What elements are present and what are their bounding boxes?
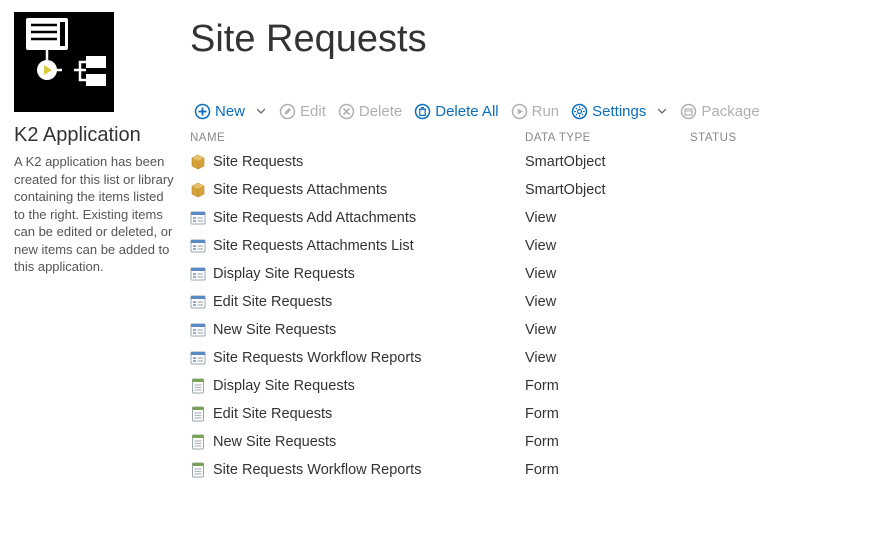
edit-button[interactable]: Edit (275, 101, 330, 122)
delete-all-button[interactable]: Delete All (410, 101, 502, 122)
edit-label: Edit (300, 103, 326, 120)
view-icon (190, 294, 206, 310)
settings-label: Settings (592, 103, 646, 120)
row-name-text: Site Requests Workflow Reports (213, 462, 421, 478)
row-type-text: Form (525, 378, 690, 394)
run-icon (511, 103, 528, 120)
row-name-text: Edit Site Requests (213, 294, 332, 310)
form-icon (190, 434, 206, 450)
delete-all-label: Delete All (435, 103, 498, 120)
row-type-text: Form (525, 406, 690, 422)
k2-application-icon (14, 12, 114, 112)
view-icon (190, 238, 206, 254)
row-name-text: New Site Requests (213, 322, 336, 338)
smartobject-icon (190, 182, 206, 198)
row-name-text: Site Requests Workflow Reports (213, 350, 421, 366)
table-row[interactable]: Edit Site Requests View (190, 288, 860, 316)
row-type-text: Form (525, 434, 690, 450)
row-name-text: Edit Site Requests (213, 406, 332, 422)
table-row[interactable]: Site Requests Add Attachments View (190, 204, 860, 232)
edit-icon (279, 103, 296, 120)
table-row[interactable]: Display Site Requests View (190, 260, 860, 288)
new-button[interactable]: New (190, 101, 249, 122)
gear-icon (571, 103, 588, 120)
table-row[interactable]: Site Requests Workflow Reports View (190, 344, 860, 372)
smartobject-icon (190, 154, 206, 170)
row-type-text: Form (525, 462, 690, 478)
toolbar: New Edit Delete Delete All Run Se (190, 101, 860, 122)
row-type-text: View (525, 266, 690, 282)
row-type-text: View (525, 322, 690, 338)
settings-dropdown[interactable] (658, 108, 666, 116)
delete-label: Delete (359, 103, 402, 120)
row-type-text: View (525, 210, 690, 226)
row-name-text: Display Site Requests (213, 378, 355, 394)
row-name-text: Site Requests Attachments (213, 182, 387, 198)
settings-button[interactable]: Settings (567, 101, 650, 122)
col-header-name[interactable]: NAME (190, 132, 525, 144)
page-title: Site Requests (190, 18, 860, 61)
table-row[interactable]: Site Requests SmartObject (190, 148, 860, 176)
table-row[interactable]: Site Requests Attachments List View (190, 232, 860, 260)
new-label: New (215, 103, 245, 120)
view-icon (190, 266, 206, 282)
run-label: Run (532, 103, 560, 120)
col-header-type[interactable]: DATA TYPE (525, 132, 690, 144)
table-row[interactable]: New Site Requests View (190, 316, 860, 344)
package-icon (680, 103, 697, 120)
sidebar-description: A K2 application has been created for th… (14, 153, 178, 276)
view-icon (190, 322, 206, 338)
package-button[interactable]: Package (676, 101, 763, 122)
form-icon (190, 462, 206, 478)
run-button[interactable]: Run (507, 101, 564, 122)
table-row[interactable]: Site Requests Attachments SmartObject (190, 176, 860, 204)
table-row[interactable]: Site Requests Workflow Reports Form (190, 456, 860, 484)
view-icon (190, 210, 206, 226)
form-icon (190, 406, 206, 422)
row-type-text: View (525, 350, 690, 366)
row-type-text: SmartObject (525, 182, 690, 198)
row-name-text: Site Requests (213, 154, 303, 170)
table-row[interactable]: Display Site Requests Form (190, 372, 860, 400)
sidebar-title: K2 Application (14, 124, 178, 147)
new-dropdown[interactable] (257, 108, 265, 116)
row-name-text: New Site Requests (213, 434, 336, 450)
delete-button[interactable]: Delete (334, 101, 406, 122)
row-type-text: SmartObject (525, 154, 690, 170)
table-row[interactable]: Edit Site Requests Form (190, 400, 860, 428)
plus-circle-icon (194, 103, 211, 120)
row-type-text: View (525, 238, 690, 254)
form-icon (190, 378, 206, 394)
row-name-text: Display Site Requests (213, 266, 355, 282)
col-header-status[interactable]: STATUS (690, 132, 860, 144)
view-icon (190, 350, 206, 366)
table-row[interactable]: New Site Requests Form (190, 428, 860, 456)
artifact-table: NAME DATA TYPE STATUS Site Requests Smart… (190, 128, 860, 484)
row-name-text: Site Requests Add Attachments (213, 210, 416, 226)
x-circle-icon (338, 103, 355, 120)
package-label: Package (701, 103, 759, 120)
row-name-text: Site Requests Attachments List (213, 238, 414, 254)
trash-icon (414, 103, 431, 120)
row-type-text: View (525, 294, 690, 310)
